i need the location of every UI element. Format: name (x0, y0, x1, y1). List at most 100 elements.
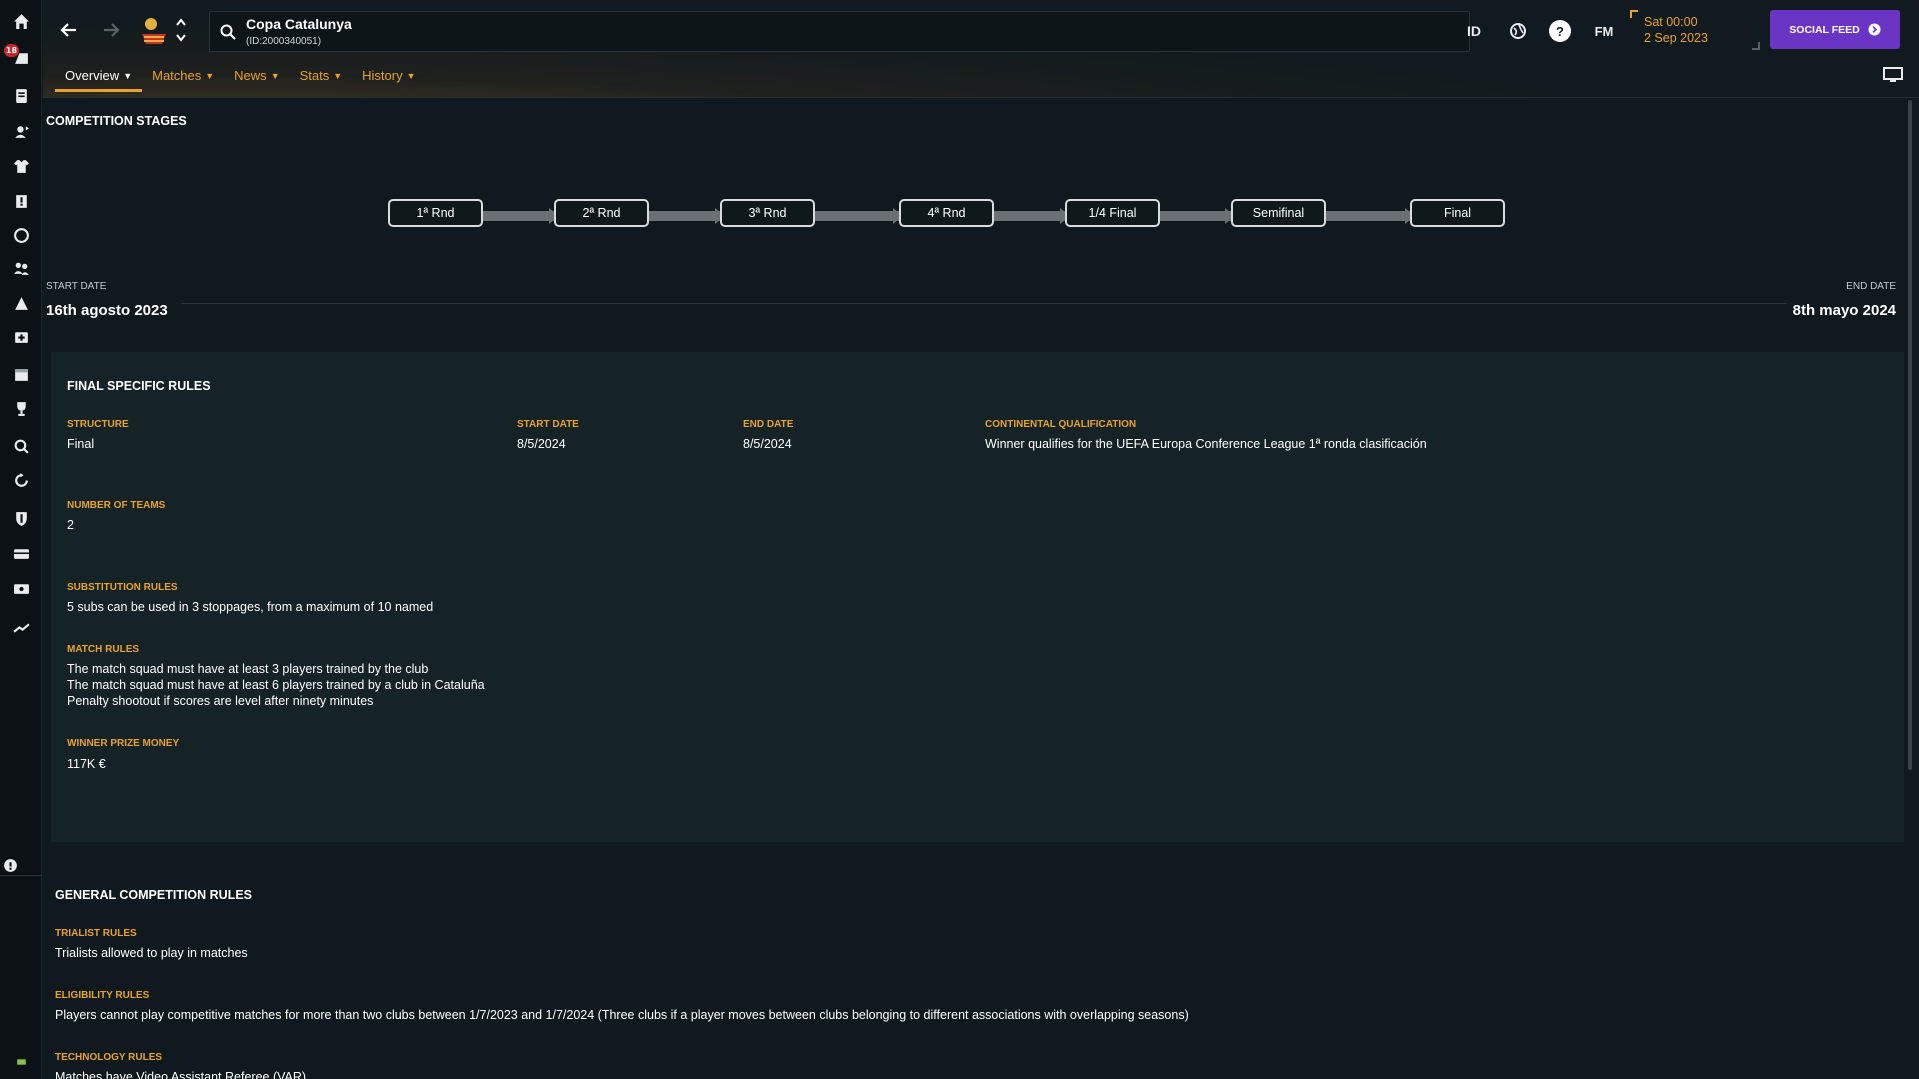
training-icon[interactable] (11, 293, 31, 313)
final-rules-title: FINAL SPECIFIC RULES (67, 379, 211, 393)
prize-value: 117K € (67, 757, 106, 771)
final-start-label: START DATE (517, 419, 579, 430)
competition-id: (ID:2000340051) (246, 36, 322, 47)
subs-value: 5 subs can be used in 3 stoppages, from … (67, 600, 434, 614)
trophy-icon[interactable] (11, 398, 31, 418)
stage-quarter-final[interactable]: 1/4 Final (1065, 199, 1160, 227)
medical-icon[interactable] (11, 326, 31, 346)
date-line-2: 2 Sep 2023 (1644, 31, 1708, 45)
general-rules-title: GENERAL COMPETITION RULES (55, 888, 253, 902)
continental-label: CONTINENTAL QUALIFICATION (985, 419, 1137, 430)
chevron-down-icon: ▼ (333, 71, 343, 81)
technology-label: TECHNOLOGY RULES (55, 1052, 163, 1063)
top-header: Copa Catalunya (ID:2000340051) ID ? FM S… (43, 0, 1919, 98)
status-icon (11, 1051, 31, 1071)
competition-logo[interactable] (138, 14, 172, 46)
trialist-value: Trialists allowed to play in matches (55, 946, 248, 960)
tab-stats[interactable]: Stats ▼ (290, 68, 353, 92)
date-bracket-top (1630, 10, 1638, 18)
clipboard-icon[interactable] (11, 85, 31, 105)
final-start-value: 8/5/2024 (517, 437, 566, 451)
club-shield-icon[interactable] (11, 508, 31, 528)
calendar-icon[interactable] (11, 364, 31, 384)
scouting-search-icon[interactable] (11, 436, 31, 456)
search-bar[interactable]: Copa Catalunya (ID:2000340051) (209, 11, 1470, 52)
tab-label: Matches (152, 68, 202, 83)
sidebar-divider (0, 875, 42, 876)
inbox-badge: 18 (4, 44, 19, 57)
competition-stages-title: COMPETITION STAGES (46, 114, 187, 128)
tab-label: News (234, 68, 267, 83)
final-rules-panel: FINAL SPECIFIC RULES STRUCTURE Final STA… (51, 352, 1904, 842)
tab-overview[interactable]: Overview ▼ (55, 68, 143, 92)
match-rule-3: Penalty shootout if scores are level aft… (67, 694, 374, 708)
match-rule-1: The match squad must have at least 3 pla… (67, 662, 429, 676)
help-circle-icon[interactable] (0, 855, 20, 875)
home-icon[interactable] (11, 11, 31, 31)
stage-semifinal[interactable]: Semifinal (1231, 199, 1326, 227)
subs-label: SUBSTITUTION RULES (67, 582, 178, 593)
tab-bar: Overview ▼ Matches ▼ News ▼ Stats ▼ History ▼ (55, 68, 426, 92)
chevron-down-icon: ▼ (406, 71, 416, 81)
finances-icon[interactable] (11, 543, 31, 563)
teams-label: NUMBER OF TEAMS (67, 500, 166, 511)
end-date-value: 8th mayo 2024 (1792, 302, 1896, 319)
final-end-value: 8/5/2024 (743, 437, 792, 451)
match-rule-2: The match squad must have at least 6 pla… (67, 678, 485, 692)
content-scrollbar[interactable] (1908, 100, 1912, 770)
social-feed-label: SOCIAL FEED (1789, 23, 1860, 36)
stage-round-1[interactable]: 1ª Rnd (388, 199, 483, 227)
ball-icon[interactable] (11, 225, 31, 245)
tab-matches[interactable]: Matches ▼ (142, 68, 224, 92)
chevron-down-icon: ▼ (270, 71, 280, 81)
stage-round-2[interactable]: 2ª Rnd (554, 199, 649, 227)
stage-round-3[interactable]: 3ª Rnd (720, 199, 815, 227)
end-date-label: END DATE (1846, 281, 1896, 292)
technology-value: Matches have Video Assistant Referee (VA… (55, 1070, 307, 1079)
forward-arrow-icon[interactable] (99, 18, 123, 42)
chevron-right-circle-icon (1868, 23, 1881, 36)
stage-round-4[interactable]: 4ª Rnd (899, 199, 994, 227)
chevron-down-icon: ▼ (123, 71, 133, 81)
match-rules-label: MATCH RULES (67, 644, 140, 655)
competition-name: Copa Catalunya (246, 16, 352, 32)
structure-value: Final (67, 437, 95, 451)
transfers-icon[interactable] (11, 121, 31, 141)
kit-icon[interactable] (11, 156, 31, 176)
final-end-label: END DATE (743, 419, 794, 430)
monitor-icon[interactable] (1882, 66, 1904, 88)
start-date-value: 16th agosto 2023 (46, 302, 168, 319)
tickets-icon[interactable] (11, 578, 31, 598)
social-feed-button[interactable]: SOCIAL FEED (1770, 10, 1900, 49)
overview-content: COMPETITION STAGES 1ª Rnd 2ª Rnd 3ª Rnd … (43, 98, 1909, 1079)
tab-news[interactable]: News ▼ (224, 68, 289, 92)
prize-label: WINNER PRIZE MONEY (67, 738, 180, 749)
report-icon[interactable] (11, 191, 31, 211)
game-date[interactable]: Sat 00:00 2 Sep 2023 (1644, 14, 1708, 46)
date-range-line (181, 303, 1787, 304)
staff-icon[interactable] (11, 258, 31, 278)
teams-value: 2 (67, 518, 74, 532)
fm-button[interactable]: FM (1588, 20, 1620, 42)
back-arrow-icon[interactable] (57, 18, 81, 42)
world-icon[interactable] (1505, 20, 1531, 42)
eligibility-value: Players cannot play competitive matches … (55, 1008, 1189, 1022)
id-button[interactable]: ID (1461, 20, 1487, 42)
date-bracket-bottom (1752, 42, 1760, 50)
tab-history[interactable]: History ▼ (352, 68, 425, 92)
help-button[interactable]: ? (1549, 20, 1571, 42)
structure-label: STRUCTURE (67, 419, 129, 430)
stage-final[interactable]: Final (1410, 199, 1505, 227)
trend-icon[interactable] (11, 617, 31, 637)
chevron-down-icon: ▼ (205, 71, 215, 81)
start-date-label: START DATE (46, 281, 107, 292)
chevron-updown-icon[interactable] (175, 16, 187, 48)
tab-label: Overview (65, 68, 120, 83)
refresh-icon[interactable] (11, 470, 31, 490)
search-icon (219, 23, 237, 45)
date-line-1: Sat 00:00 (1644, 15, 1698, 29)
main-sidebar: 18 (0, 0, 42, 1079)
trialist-label: TRIALIST RULES (55, 928, 137, 939)
eligibility-label: ELIGIBILITY RULES (55, 990, 150, 1001)
tab-label: History (362, 68, 403, 83)
